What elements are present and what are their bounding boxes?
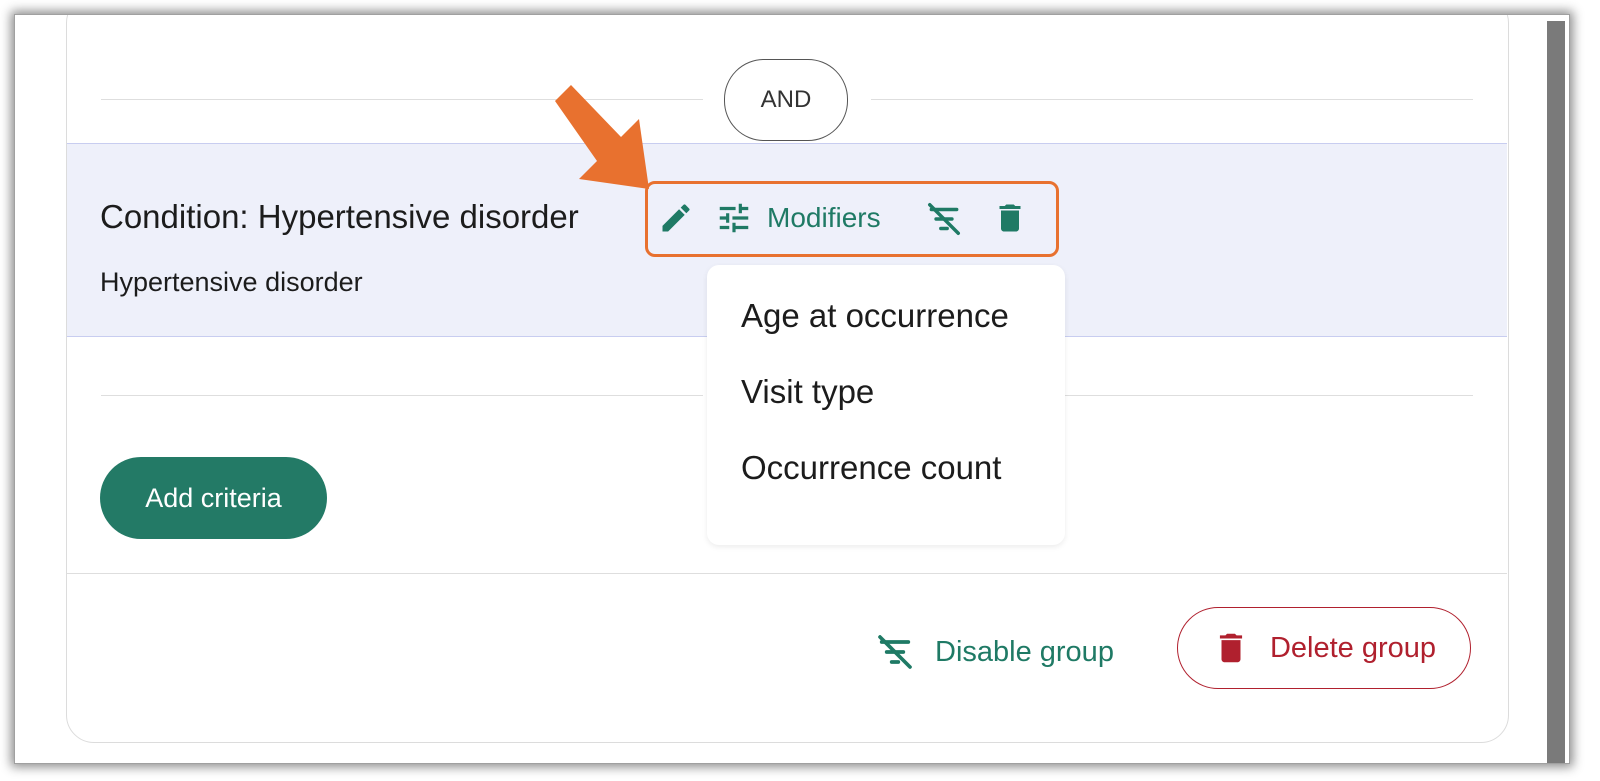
and-operator-chip[interactable]: AND [724,59,848,141]
annotation-arrow-icon [555,85,649,189]
menu-item-visit-type[interactable]: Visit type [741,373,874,411]
modifiers-menu: Age at occurrence Visit type Occurrence … [707,265,1065,545]
disable-group-button[interactable]: Disable group [875,627,1114,677]
divider-line [101,395,703,396]
criterion-title: Condition: Hypertensive disorder [100,198,579,235]
footer-divider [67,573,1507,574]
delete-icon [1219,633,1243,663]
modifiers-button[interactable]: Modifiers [715,195,881,241]
scrollbar[interactable] [1547,21,1565,763]
delete-group-button[interactable]: Delete group [1177,607,1471,689]
disable-group-label: Disable group [935,635,1114,668]
divider-line [1065,395,1473,396]
delete-group-label: Delete group [1269,631,1437,664]
delete-icon[interactable] [992,200,1028,236]
menu-item-occurrence-count[interactable]: Occurrence count [741,449,1001,487]
modifiers-label: Modifiers [767,202,881,233]
criterion-subtitle: Hypertensive disorder [100,267,363,297]
filter-off-icon[interactable] [925,200,963,238]
menu-item-age-at-occurrence[interactable]: Age at occurrence [741,297,1009,335]
screenshot-frame: AND Condition: Hypertensive disorder Hyp… [14,14,1570,764]
tune-icon [719,203,749,233]
add-criteria-button[interactable]: Add criteria [100,457,327,539]
edit-icon[interactable] [658,200,694,236]
divider-line [871,99,1473,100]
filter-off-icon [878,635,912,669]
